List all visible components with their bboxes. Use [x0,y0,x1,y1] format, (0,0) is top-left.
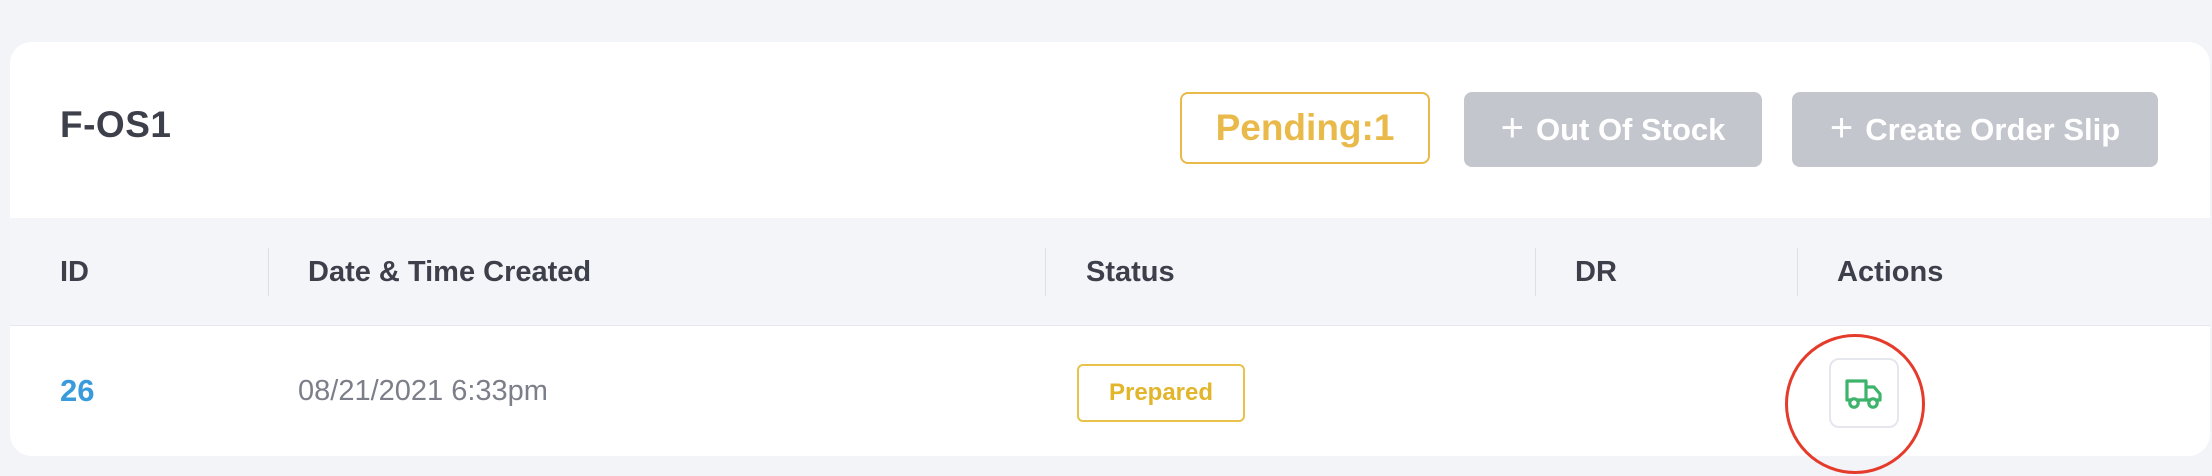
out-of-stock-button[interactable]: + Out Of Stock [1464,92,1762,167]
column-header-actions: Actions [1837,255,1944,288]
order-card: F-OS1 Pending:1 + Out Of Stock + Create … [10,42,2210,456]
column-divider [1797,248,1798,296]
column-header-dr: DR [1575,255,1617,288]
table-header: ID Date & Time Created Status DR Actions [10,218,2210,326]
table-row: 26 08/21/2021 6:33pm Prepared [10,326,2210,456]
create-order-slip-button[interactable]: + Create Order Slip [1792,92,2158,167]
pending-badge: Pending:1 [1180,92,1430,164]
column-header-status: Status [1086,255,1175,288]
column-header-id: ID [60,255,89,288]
column-header-date-created: Date & Time Created [308,255,592,288]
column-divider [1045,248,1046,296]
date-created-cell: 08/21/2021 6:33pm [298,374,548,407]
plus-icon: + [1500,106,1524,150]
out-of-stock-label: Out Of Stock [1535,111,1726,147]
deliver-action-button[interactable] [1829,358,1899,428]
status-badge: Prepared [1077,364,1245,422]
truck-icon [1845,379,1882,409]
column-divider [268,248,269,296]
plus-icon: + [1829,106,1854,150]
create-order-slip-label: Create Order Slip [1865,111,2121,147]
card-header: F-OS1 Pending:1 + Out Of Stock + Create … [10,42,2210,218]
column-divider [1535,248,1536,296]
order-id-link[interactable]: 26 [60,326,94,456]
page-title: F-OS1 [60,104,172,145]
